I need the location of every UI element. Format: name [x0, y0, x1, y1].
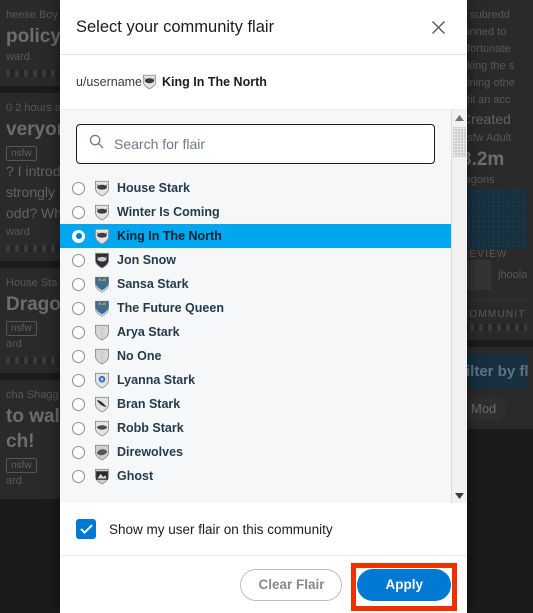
community-flair-modal: Select your community flair u/username K… — [60, 0, 467, 613]
shield-raven-icon — [94, 396, 110, 413]
flair-option-sansa-stark[interactable]: Sansa Stark — [60, 272, 451, 296]
flair-radio[interactable] — [72, 277, 85, 291]
background-text: aking the s — [461, 60, 515, 72]
flair-option-label: Bran Stark — [117, 397, 181, 411]
scroll-down-arrow-icon[interactable] — [452, 488, 467, 503]
background-text: ntil an acc — [461, 94, 511, 106]
checkmark-icon — [79, 524, 93, 534]
preview-username: u/username — [76, 75, 143, 89]
search-box[interactable] — [76, 124, 435, 164]
background-text: e subredd — [461, 9, 510, 21]
flair-option-winter-is-coming[interactable]: Winter Is Coming — [60, 200, 451, 224]
shield-rose-blue-icon — [94, 372, 110, 389]
show-flair-checkbox[interactable] — [76, 519, 96, 539]
page-title: Select your community flair — [76, 17, 275, 36]
flair-radio[interactable] — [72, 205, 85, 219]
shield-wolf-grey-icon — [94, 204, 110, 221]
flair-radio[interactable] — [72, 301, 85, 315]
flair-option-label: Robb Stark — [117, 421, 184, 435]
preview-flair-label: King In The North — [162, 75, 267, 89]
background-separator — [461, 299, 527, 300]
background-section-label: COMMUNIT — [461, 309, 526, 320]
flair-option-bran-stark[interactable]: Bran Stark — [60, 392, 451, 416]
background-tag: nsfw — [6, 458, 37, 473]
flair-preview: u/username King In The North — [60, 55, 467, 109]
shield-wolf-black-icon — [94, 252, 110, 269]
flair-radio[interactable] — [72, 373, 85, 387]
flair-option-label: Jon Snow — [117, 253, 177, 267]
flair-options-list: House Stark Winter Is Coming King In The N… — [60, 176, 451, 488]
scrollbar-thumb[interactable] — [453, 127, 466, 157]
background-text: Created — [461, 111, 511, 127]
flair-option-label: Winter Is Coming — [117, 205, 220, 219]
background-text: lanned to — [461, 26, 507, 38]
shield-plain-icon — [94, 324, 110, 341]
flair-option-label: King In The North — [117, 229, 222, 243]
flair-option-house-stark[interactable]: House Stark — [60, 176, 451, 200]
shield-plain-icon — [94, 348, 110, 365]
shield-wolf-grey-icon — [94, 180, 110, 197]
shield-ghost-icon — [94, 468, 110, 485]
flair-radio[interactable] — [72, 469, 85, 483]
background-divider — [461, 324, 527, 331]
background-banner — [461, 189, 527, 249]
flair-option-label: The Future Queen — [117, 301, 224, 315]
search-container — [60, 110, 451, 176]
flair-radio[interactable] — [72, 229, 85, 243]
flair-radio[interactable] — [72, 253, 85, 267]
flair-option-direwolves[interactable]: Direwolves — [60, 440, 451, 464]
flair-option-lyanna-stark[interactable]: Lyanna Stark — [60, 368, 451, 392]
flair-radio[interactable] — [72, 349, 85, 363]
flair-option-arya-stark[interactable]: Arya Stark — [60, 320, 451, 344]
background-user-row: jhoolay — [461, 260, 527, 290]
background-text: nfortunate — [461, 43, 511, 55]
clear-flair-button[interactable]: Clear Flair — [240, 568, 343, 601]
background-text: nsfw Adult — [461, 132, 512, 144]
search-icon — [89, 134, 104, 154]
stark-shield-icon — [142, 74, 157, 91]
flair-option-label: House Stark — [117, 181, 190, 195]
flair-list-scrollbar[interactable] — [451, 110, 467, 503]
flair-option-label: Ghost — [117, 469, 154, 483]
search-input[interactable] — [112, 135, 422, 153]
flair-option-label: Sansa Stark — [117, 277, 189, 291]
apply-button[interactable]: Apply — [357, 568, 451, 601]
flair-option-label: Direwolves — [117, 445, 184, 459]
background-tag: nsfw — [6, 146, 37, 161]
background-text: 3.2m — [461, 149, 505, 170]
show-flair-row[interactable]: Show my user flair on this community — [60, 503, 467, 555]
flair-radio[interactable] — [72, 397, 85, 411]
flair-option-robb-stark[interactable]: Robb Stark — [60, 416, 451, 440]
show-flair-label: Show my user flair on this community — [109, 521, 333, 537]
shield-crown-blue-icon — [94, 300, 110, 317]
shield-direwolf-icon — [94, 444, 110, 461]
flair-option-no-one[interactable]: No One — [60, 344, 451, 368]
flair-option-jon-snow[interactable]: Jon Snow — [60, 248, 451, 272]
flair-radio[interactable] — [72, 325, 85, 339]
shield-wolf-grey-icon — [94, 228, 110, 245]
background-text: oining othe — [461, 77, 515, 89]
background-section-label: REVIEW — [461, 249, 508, 260]
flair-option-ghost[interactable]: Ghost — [60, 464, 451, 488]
flair-list-region: House Stark Winter Is Coming King In The N… — [60, 109, 467, 503]
modal-footer: Clear Flair Apply — [60, 555, 467, 613]
flair-option-label: No One — [117, 349, 162, 363]
flair-radio[interactable] — [72, 445, 85, 459]
background-text: ragons — [461, 174, 495, 186]
shield-crown-blue-icon — [94, 276, 110, 293]
scroll-up-arrow-icon[interactable] — [452, 110, 467, 125]
background-tag: nsfw — [6, 321, 37, 336]
background-filter-bar: ilter by fl — [461, 354, 529, 389]
modal-header: Select your community flair — [60, 0, 467, 55]
flair-option-the-future-queen[interactable]: The Future Queen — [60, 296, 451, 320]
flair-option-label: Lyanna Stark — [117, 373, 196, 387]
flair-radio[interactable] — [72, 181, 85, 195]
shield-wolfhead-icon — [94, 420, 110, 437]
flair-list: House Stark Winter Is Coming King In The N… — [60, 110, 451, 503]
flair-radio[interactable] — [72, 421, 85, 435]
close-icon[interactable] — [425, 14, 451, 40]
flair-option-label: Arya Stark — [117, 325, 180, 339]
flair-option-king-in-the-north[interactable]: King In The North — [60, 224, 451, 248]
background-pill: Mod — [461, 397, 507, 420]
